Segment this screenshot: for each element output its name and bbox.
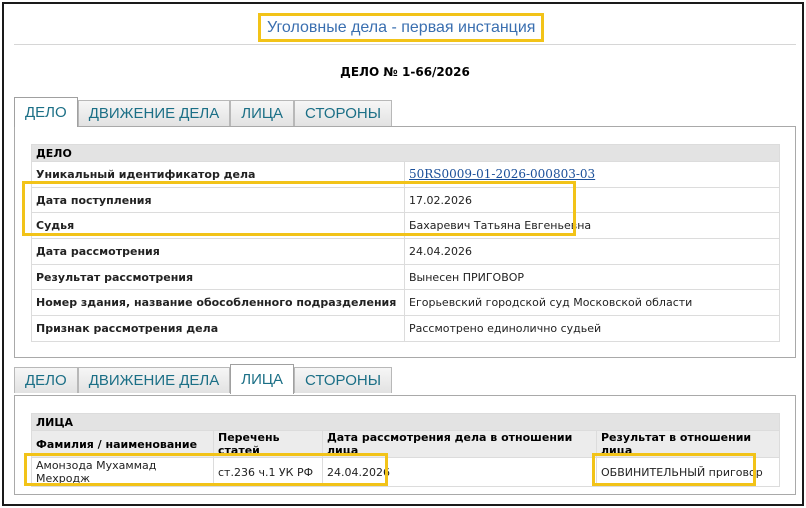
table-row: Уникальный идентификатор дела 50RS0009-0… [31,161,780,188]
table-row: Дата поступления 17.02.2026 [31,186,780,214]
tab-case[interactable]: ДЕЛО [14,367,78,393]
row-label: Судья [31,212,405,240]
person-date: 24.04.2026 [322,457,597,487]
persons-panel: ЛИЦА Фамилия / наименование Перечень ста… [14,395,796,495]
page-frame: Уголовные дела - первая инстанция ДЕЛО №… [2,2,804,506]
row-value: Вынесен ПРИГОВОР [404,263,780,291]
column-header: Дата рассмотрения дела в отношении лица [322,430,597,458]
row-value: Егорьевский городской суд Московской обл… [404,289,780,317]
page-title: Уголовные дела - первая инстанция [258,13,545,42]
table-row: Признак рассмотрения дела Рассмотрено ед… [31,315,780,342]
case-id-link[interactable]: 50RS0009-01-2026-000803-03 [409,167,595,181]
tab-parties[interactable]: СТОРОНЫ [294,100,392,126]
column-header: Фамилия / наименование [31,430,214,458]
tab-persons[interactable]: ЛИЦА [230,100,295,126]
row-value: Бахаревич Татьяна Евгеньевна [404,212,780,240]
table-header-row: Фамилия / наименование Перечень статей Д… [31,430,780,458]
row-label: Результат рассмотрения [31,263,405,291]
divider [14,44,796,45]
column-header: Результат в отношении лица [596,430,780,458]
case-number: ДЕЛО № 1-66/2026 [340,65,470,79]
row-label: Признак рассмотрения дела [31,315,405,342]
row-label: Дата поступления [31,186,405,214]
row-label: Дата рассмотрения [31,238,405,265]
row-value: Рассмотрено единолично судьей [404,315,780,342]
case-panel: ДЕЛО Уникальный идентификатор дела 50RS0… [14,126,796,358]
table-row: Дата рассмотрения 24.04.2026 [31,238,780,265]
person-result: ОБВИНИТЕЛЬНЫЙ приговор [596,457,780,487]
tab-case[interactable]: ДЕЛО [14,97,78,127]
tab-parties[interactable]: СТОРОНЫ [294,367,392,393]
table-row: Амонзода Мухаммад Мехродж ст.236 ч.1 УК … [31,457,780,487]
tab-case-movement[interactable]: ДВИЖЕНИЕ ДЕЛА [77,367,231,393]
table-row: Номер здания, название обособленного под… [31,289,780,317]
case-tabs: ДЕЛО ДВИЖЕНИЕ ДЕЛА ЛИЦА СТОРОНЫ [14,97,392,127]
page-title-wrap: Уголовные дела - первая инстанция [258,13,545,42]
person-articles: ст.236 ч.1 УК РФ [213,457,323,487]
row-label: Уникальный идентификатор дела [31,161,405,188]
row-value: 24.04.2026 [404,238,780,265]
row-value: 17.02.2026 [404,186,780,214]
row-label: Номер здания, название обособленного под… [31,289,405,317]
tab-persons[interactable]: ЛИЦА [230,364,295,394]
person-name: Амонзода Мухаммад Мехродж [31,457,214,487]
table-row: Судья Бахаревич Татьяна Евгеньевна [31,212,780,240]
column-header: Перечень статей [213,430,323,458]
tab-case-movement[interactable]: ДВИЖЕНИЕ ДЕЛА [77,100,231,126]
case-table: ДЕЛО Уникальный идентификатор дела 50RS0… [31,144,780,342]
persons-section-header: ЛИЦА [31,413,780,431]
case-section-header: ДЕЛО [31,144,780,162]
table-row: Результат рассмотрения Вынесен ПРИГОВОР [31,263,780,291]
row-value: 50RS0009-01-2026-000803-03 [404,161,780,188]
persons-tabs: ДЕЛО ДВИЖЕНИЕ ДЕЛА ЛИЦА СТОРОНЫ [14,364,392,394]
persons-table: ЛИЦА Фамилия / наименование Перечень ста… [31,413,780,487]
